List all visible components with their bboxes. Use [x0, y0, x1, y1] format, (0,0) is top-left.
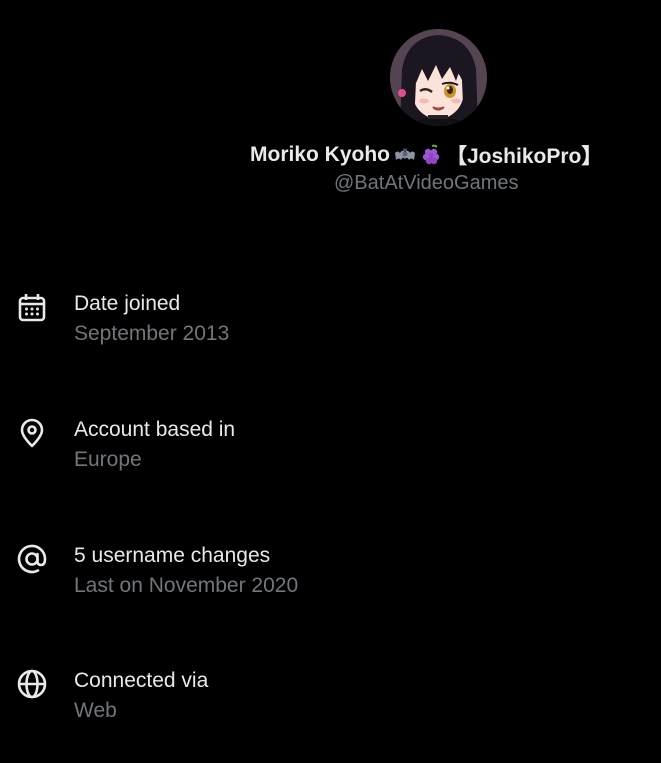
- location-pin-icon: [16, 417, 48, 449]
- detail-value: September 2013: [74, 322, 230, 345]
- about-account-page: Moriko Kyoho 【JoshikoPro】 @BatAtVideoGam…: [0, 0, 661, 763]
- detail-value: Last on November 2020: [74, 574, 299, 597]
- calendar-icon: [16, 291, 48, 323]
- detail-value: Web: [74, 699, 117, 722]
- avatar-image: [390, 29, 487, 126]
- at-sign-icon: [16, 543, 48, 575]
- detail-row-account-location: Account based in Europe: [0, 409, 661, 479]
- profile-header: Moriko Kyoho 【JoshikoPro】 @BatAtVideoGam…: [0, 0, 661, 230]
- detail-value: Europe: [74, 448, 142, 471]
- display-name-text: Moriko Kyoho: [250, 143, 390, 166]
- avatar[interactable]: [390, 29, 487, 126]
- grapes-emoji-icon: [420, 144, 442, 166]
- bat-emoji-icon: [394, 144, 416, 166]
- detail-title: Connected via: [74, 669, 209, 692]
- username-handle[interactable]: @BatAtVideoGames: [334, 172, 518, 195]
- detail-title: 5 username changes: [74, 544, 271, 567]
- detail-row-connected-via: Connected via Web: [0, 660, 661, 730]
- globe-icon: [16, 668, 48, 700]
- detail-title: Date joined: [74, 292, 181, 315]
- detail-title: Account based in: [74, 418, 236, 441]
- detail-row-date-joined: Date joined September 2013: [0, 283, 661, 353]
- display-name: Moriko Kyoho 【JoshikoPro】: [250, 140, 630, 170]
- detail-row-username-changes: 5 username changes Last on November 2020: [0, 535, 661, 605]
- display-name-suffix: 【JoshikoPro】: [446, 145, 603, 168]
